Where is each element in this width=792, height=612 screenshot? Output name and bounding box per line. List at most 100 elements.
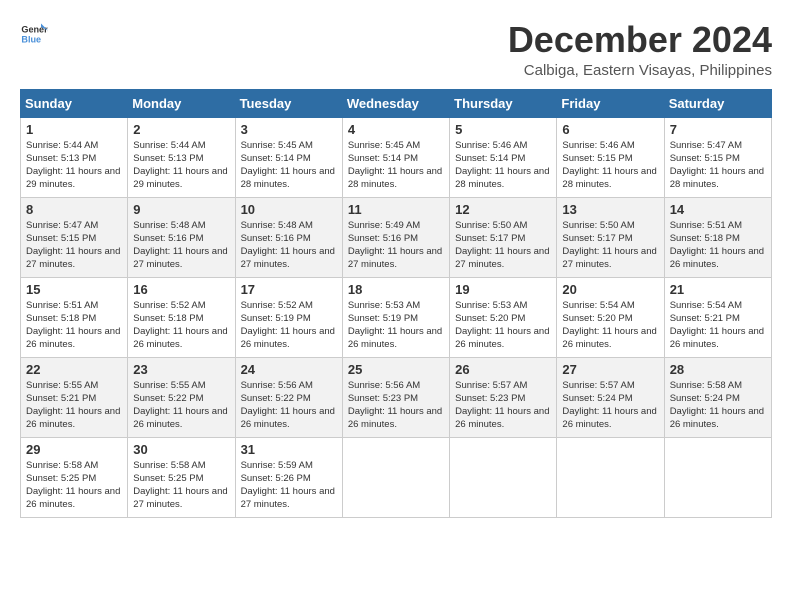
day-info: Sunrise: 5:54 AM Sunset: 5:20 PM Dayligh… — [562, 299, 658, 352]
day-number: 12 — [455, 202, 551, 217]
day-cell: 17 Sunrise: 5:52 AM Sunset: 5:19 PM Dayl… — [235, 277, 342, 357]
day-info: Sunrise: 5:47 AM Sunset: 5:15 PM Dayligh… — [26, 219, 122, 272]
day-cell: 4 Sunrise: 5:45 AM Sunset: 5:14 PM Dayli… — [342, 117, 449, 197]
day-info: Sunrise: 5:49 AM Sunset: 5:16 PM Dayligh… — [348, 219, 444, 272]
title-section: December 2024 Calbiga, Eastern Visayas, … — [508, 20, 772, 79]
day-cell: 11 Sunrise: 5:49 AM Sunset: 5:16 PM Dayl… — [342, 197, 449, 277]
day-cell: 20 Sunrise: 5:54 AM Sunset: 5:20 PM Dayl… — [557, 277, 664, 357]
day-number: 24 — [241, 362, 337, 377]
day-number: 2 — [133, 122, 229, 137]
week-row-4: 22 Sunrise: 5:55 AM Sunset: 5:21 PM Dayl… — [21, 357, 772, 437]
day-cell: 18 Sunrise: 5:53 AM Sunset: 5:19 PM Dayl… — [342, 277, 449, 357]
day-cell — [664, 437, 771, 517]
day-cell: 10 Sunrise: 5:48 AM Sunset: 5:16 PM Dayl… — [235, 197, 342, 277]
week-row-2: 8 Sunrise: 5:47 AM Sunset: 5:15 PM Dayli… — [21, 197, 772, 277]
day-cell: 7 Sunrise: 5:47 AM Sunset: 5:15 PM Dayli… — [664, 117, 771, 197]
day-info: Sunrise: 5:55 AM Sunset: 5:22 PM Dayligh… — [133, 379, 229, 432]
day-number: 20 — [562, 282, 658, 297]
day-cell: 2 Sunrise: 5:44 AM Sunset: 5:13 PM Dayli… — [128, 117, 235, 197]
week-row-1: 1 Sunrise: 5:44 AM Sunset: 5:13 PM Dayli… — [21, 117, 772, 197]
week-row-3: 15 Sunrise: 5:51 AM Sunset: 5:18 PM Dayl… — [21, 277, 772, 357]
day-cell: 5 Sunrise: 5:46 AM Sunset: 5:14 PM Dayli… — [450, 117, 557, 197]
day-cell: 13 Sunrise: 5:50 AM Sunset: 5:17 PM Dayl… — [557, 197, 664, 277]
column-header-saturday: Saturday — [664, 89, 771, 117]
header: General Blue December 2024 Calbiga, East… — [20, 20, 772, 79]
day-number: 14 — [670, 202, 766, 217]
day-cell — [557, 437, 664, 517]
day-cell: 25 Sunrise: 5:56 AM Sunset: 5:23 PM Dayl… — [342, 357, 449, 437]
day-number: 26 — [455, 362, 551, 377]
day-info: Sunrise: 5:58 AM Sunset: 5:25 PM Dayligh… — [26, 459, 122, 512]
day-number: 17 — [241, 282, 337, 297]
day-number: 18 — [348, 282, 444, 297]
day-number: 15 — [26, 282, 122, 297]
day-number: 1 — [26, 122, 122, 137]
day-info: Sunrise: 5:57 AM Sunset: 5:24 PM Dayligh… — [562, 379, 658, 432]
day-number: 23 — [133, 362, 229, 377]
day-info: Sunrise: 5:45 AM Sunset: 5:14 PM Dayligh… — [348, 139, 444, 192]
day-cell — [342, 437, 449, 517]
day-cell: 23 Sunrise: 5:55 AM Sunset: 5:22 PM Dayl… — [128, 357, 235, 437]
day-cell: 26 Sunrise: 5:57 AM Sunset: 5:23 PM Dayl… — [450, 357, 557, 437]
day-info: Sunrise: 5:53 AM Sunset: 5:20 PM Dayligh… — [455, 299, 551, 352]
day-info: Sunrise: 5:45 AM Sunset: 5:14 PM Dayligh… — [241, 139, 337, 192]
day-cell: 29 Sunrise: 5:58 AM Sunset: 5:25 PM Dayl… — [21, 437, 128, 517]
day-number: 28 — [670, 362, 766, 377]
day-cell: 14 Sunrise: 5:51 AM Sunset: 5:18 PM Dayl… — [664, 197, 771, 277]
day-info: Sunrise: 5:50 AM Sunset: 5:17 PM Dayligh… — [562, 219, 658, 272]
day-number: 19 — [455, 282, 551, 297]
day-cell: 9 Sunrise: 5:48 AM Sunset: 5:16 PM Dayli… — [128, 197, 235, 277]
day-cell: 3 Sunrise: 5:45 AM Sunset: 5:14 PM Dayli… — [235, 117, 342, 197]
day-info: Sunrise: 5:50 AM Sunset: 5:17 PM Dayligh… — [455, 219, 551, 272]
day-cell — [450, 437, 557, 517]
day-info: Sunrise: 5:48 AM Sunset: 5:16 PM Dayligh… — [241, 219, 337, 272]
day-number: 6 — [562, 122, 658, 137]
calendar-table: SundayMondayTuesdayWednesdayThursdayFrid… — [20, 89, 772, 518]
column-header-wednesday: Wednesday — [342, 89, 449, 117]
column-header-tuesday: Tuesday — [235, 89, 342, 117]
day-number: 11 — [348, 202, 444, 217]
column-header-monday: Monday — [128, 89, 235, 117]
day-info: Sunrise: 5:51 AM Sunset: 5:18 PM Dayligh… — [26, 299, 122, 352]
day-number: 22 — [26, 362, 122, 377]
day-info: Sunrise: 5:55 AM Sunset: 5:21 PM Dayligh… — [26, 379, 122, 432]
day-cell: 1 Sunrise: 5:44 AM Sunset: 5:13 PM Dayli… — [21, 117, 128, 197]
day-number: 3 — [241, 122, 337, 137]
day-cell: 12 Sunrise: 5:50 AM Sunset: 5:17 PM Dayl… — [450, 197, 557, 277]
column-header-friday: Friday — [557, 89, 664, 117]
location-title: Calbiga, Eastern Visayas, Philippines — [508, 62, 772, 79]
day-number: 25 — [348, 362, 444, 377]
day-info: Sunrise: 5:56 AM Sunset: 5:22 PM Dayligh… — [241, 379, 337, 432]
day-info: Sunrise: 5:46 AM Sunset: 5:14 PM Dayligh… — [455, 139, 551, 192]
day-cell: 19 Sunrise: 5:53 AM Sunset: 5:20 PM Dayl… — [450, 277, 557, 357]
month-title: December 2024 — [508, 20, 772, 60]
day-number: 5 — [455, 122, 551, 137]
day-info: Sunrise: 5:58 AM Sunset: 5:25 PM Dayligh… — [133, 459, 229, 512]
week-row-5: 29 Sunrise: 5:58 AM Sunset: 5:25 PM Dayl… — [21, 437, 772, 517]
day-cell: 30 Sunrise: 5:58 AM Sunset: 5:25 PM Dayl… — [128, 437, 235, 517]
day-info: Sunrise: 5:58 AM Sunset: 5:24 PM Dayligh… — [670, 379, 766, 432]
day-cell: 21 Sunrise: 5:54 AM Sunset: 5:21 PM Dayl… — [664, 277, 771, 357]
logo-icon: General Blue — [20, 20, 48, 48]
day-info: Sunrise: 5:52 AM Sunset: 5:18 PM Dayligh… — [133, 299, 229, 352]
svg-text:Blue: Blue — [21, 34, 41, 44]
day-info: Sunrise: 5:56 AM Sunset: 5:23 PM Dayligh… — [348, 379, 444, 432]
day-number: 10 — [241, 202, 337, 217]
day-cell: 22 Sunrise: 5:55 AM Sunset: 5:21 PM Dayl… — [21, 357, 128, 437]
day-number: 16 — [133, 282, 229, 297]
day-info: Sunrise: 5:53 AM Sunset: 5:19 PM Dayligh… — [348, 299, 444, 352]
day-info: Sunrise: 5:48 AM Sunset: 5:16 PM Dayligh… — [133, 219, 229, 272]
day-info: Sunrise: 5:44 AM Sunset: 5:13 PM Dayligh… — [133, 139, 229, 192]
day-info: Sunrise: 5:52 AM Sunset: 5:19 PM Dayligh… — [241, 299, 337, 352]
day-number: 27 — [562, 362, 658, 377]
day-number: 31 — [241, 442, 337, 457]
day-info: Sunrise: 5:51 AM Sunset: 5:18 PM Dayligh… — [670, 219, 766, 272]
day-number: 8 — [26, 202, 122, 217]
day-cell: 27 Sunrise: 5:57 AM Sunset: 5:24 PM Dayl… — [557, 357, 664, 437]
day-cell: 24 Sunrise: 5:56 AM Sunset: 5:22 PM Dayl… — [235, 357, 342, 437]
day-cell: 15 Sunrise: 5:51 AM Sunset: 5:18 PM Dayl… — [21, 277, 128, 357]
day-info: Sunrise: 5:47 AM Sunset: 5:15 PM Dayligh… — [670, 139, 766, 192]
day-info: Sunrise: 5:59 AM Sunset: 5:26 PM Dayligh… — [241, 459, 337, 512]
column-header-sunday: Sunday — [21, 89, 128, 117]
day-number: 21 — [670, 282, 766, 297]
